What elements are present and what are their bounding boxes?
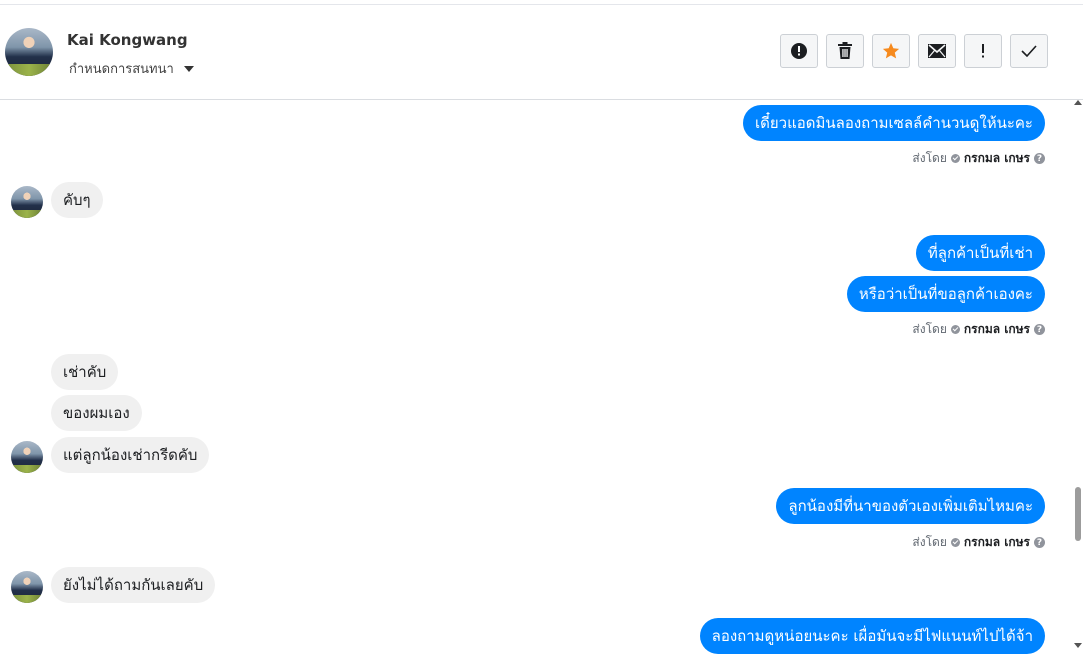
- check-icon: [1021, 45, 1037, 57]
- mark-done-button[interactable]: [1010, 34, 1048, 68]
- thread-scrollbar[interactable]: [1072, 100, 1083, 658]
- sent-by-prefix: ส่งโดย: [912, 322, 947, 336]
- assign-conversation-dropdown[interactable]: กำหนดการสนทนา: [69, 58, 194, 79]
- conversation-header: Kai Kongwang กำหนดการสนทนา: [0, 5, 1083, 100]
- message-bubble-outgoing[interactable]: ลูกน้องมีที่นาของตัวเองเพิ่มเติมไหมคะ: [776, 488, 1045, 524]
- help-icon[interactable]: ?: [1034, 153, 1045, 164]
- message-bubble-incoming[interactable]: ยังไม่ได้ถามกันเลยคับ: [51, 567, 216, 603]
- alert-circle-icon: [790, 42, 808, 60]
- help-icon[interactable]: ?: [1034, 537, 1045, 548]
- message-bubble-outgoing[interactable]: หรือว่าเป็นที่ขอลูกค้าเองคะ: [846, 276, 1045, 312]
- important-button[interactable]: [964, 34, 1002, 68]
- message-bubble-outgoing[interactable]: เดี๋ยวแอดมินลองถามเซลล์คำนวนดูให้นะคะ: [743, 105, 1045, 141]
- avatar: [11, 186, 43, 218]
- help-icon[interactable]: ?: [1034, 324, 1045, 335]
- exclamation-icon: [980, 43, 986, 59]
- assign-label: กำหนดการสนทนา: [69, 62, 174, 77]
- sender-name[interactable]: กรกมล เกษร: [964, 533, 1030, 552]
- message-bubble-incoming[interactable]: ของผมเอง: [51, 395, 142, 431]
- message-bubble-incoming[interactable]: คับๆ: [51, 182, 103, 218]
- sender-name[interactable]: กรกมล เกษร: [964, 320, 1030, 339]
- star-icon: [882, 42, 900, 60]
- verified-check-icon: [950, 325, 960, 334]
- contact-name[interactable]: Kai Kongwang: [67, 31, 188, 49]
- star-button[interactable]: [872, 34, 910, 68]
- sent-by-info: ส่งโดย กรกมล เกษร ?: [912, 533, 1045, 552]
- message-bubble-outgoing[interactable]: ลองถามดูหน่อยนะคะ เผื่อมันจะมีไฟแนนท์ไปไ…: [699, 618, 1045, 654]
- message-bubble-incoming[interactable]: เช่าคับ: [51, 354, 119, 390]
- caret-down-icon: [183, 65, 194, 72]
- avatar[interactable]: [5, 28, 53, 76]
- trash-icon: [837, 42, 853, 60]
- sender-name[interactable]: กรกมล เกษร: [964, 149, 1030, 168]
- sent-by-info: ส่งโดย กรกมล เกษร ?: [912, 149, 1045, 168]
- scroll-thumb[interactable]: [1075, 487, 1081, 541]
- sent-by-prefix: ส่งโดย: [912, 151, 947, 165]
- avatar: [11, 571, 43, 603]
- report-spam-button[interactable]: [780, 34, 818, 68]
- envelope-icon: [928, 44, 946, 58]
- verified-check-icon: [950, 538, 960, 547]
- message-bubble-outgoing[interactable]: ที่ลูกค้าเป็นที่เช่า: [915, 235, 1045, 271]
- scroll-down-arrow-icon[interactable]: [1074, 643, 1082, 648]
- message-thread: เดี๋ยวแอดมินลองถามเซลล์คำนวนดูให้นะคะ ส่…: [0, 100, 1072, 658]
- delete-button[interactable]: [826, 34, 864, 68]
- message-bubble-incoming[interactable]: แต่ลูกน้องเช่ากรีดคับ: [51, 437, 210, 473]
- scroll-up-arrow-icon[interactable]: [1074, 100, 1082, 105]
- verified-check-icon: [950, 154, 960, 163]
- avatar: [11, 441, 43, 473]
- sent-by-prefix: ส่งโดย: [912, 535, 947, 549]
- sent-by-info: ส่งโดย กรกมล เกษร ?: [912, 320, 1045, 339]
- mark-unread-button[interactable]: [918, 34, 956, 68]
- action-toolbar: [780, 34, 1048, 68]
